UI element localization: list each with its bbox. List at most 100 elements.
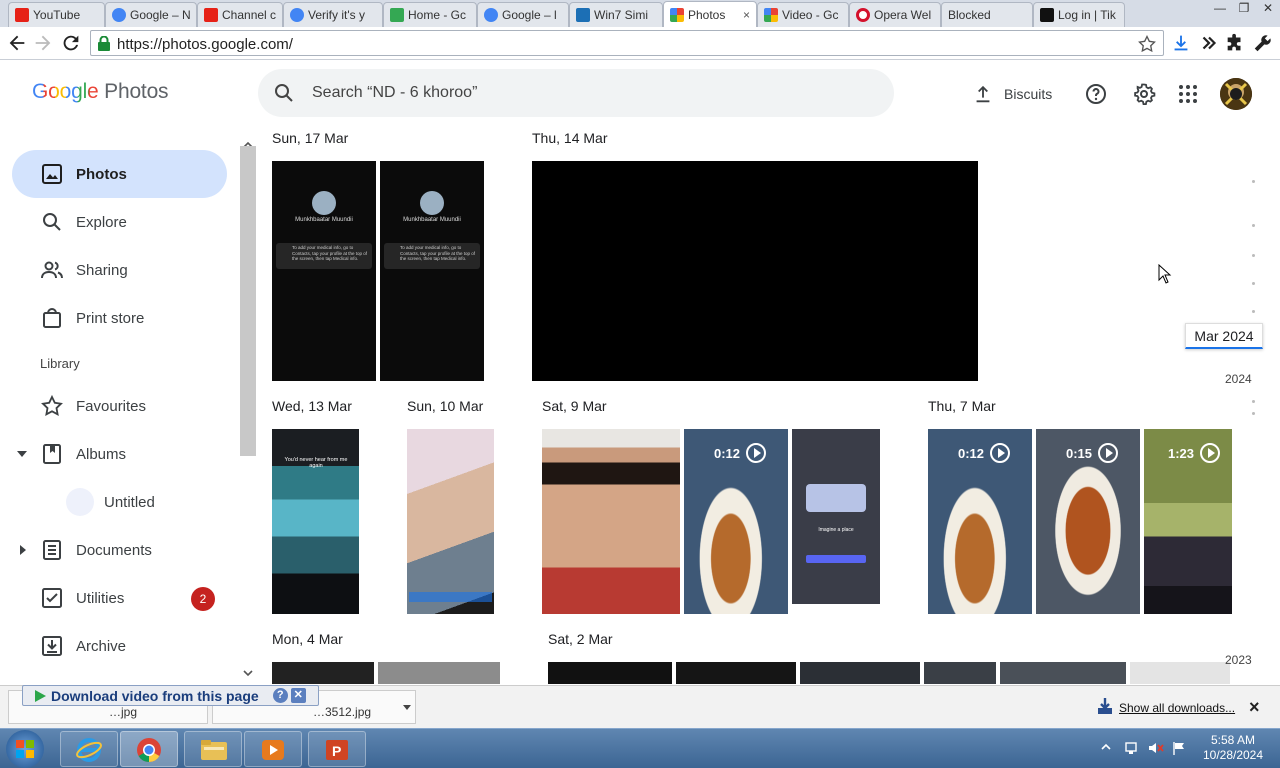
photo-tile-portrait[interactable] bbox=[542, 429, 680, 614]
scrubber-dot bbox=[1252, 282, 1255, 285]
close-shelf-button[interactable]: × bbox=[1249, 697, 1260, 718]
tab-channel[interactable]: Channel c bbox=[197, 2, 283, 27]
download-video-label: Download video from this page bbox=[51, 687, 259, 704]
forward-icon[interactable] bbox=[32, 32, 54, 54]
download-video-popup[interactable]: Download video from this page ? ✕ bbox=[22, 685, 319, 706]
account-avatar[interactable] bbox=[1220, 78, 1252, 110]
apps-grid-icon[interactable] bbox=[1176, 82, 1200, 106]
system-clock[interactable]: 5:58 AM 10/28/2024 bbox=[1196, 733, 1270, 763]
photo-tile-video[interactable]: 0:12 bbox=[684, 429, 788, 614]
tiktok-icon bbox=[1040, 8, 1054, 22]
bookmark-star-icon[interactable] bbox=[1137, 34, 1157, 54]
sidebar: Photos Explore Sharing Print store Libra… bbox=[0, 128, 256, 684]
sidebar-item-label: Photos bbox=[76, 165, 127, 183]
upload-button[interactable]: Biscuits bbox=[972, 82, 1052, 106]
download-menu-caret-icon[interactable] bbox=[403, 705, 411, 711]
collapse-caret-icon[interactable] bbox=[18, 544, 28, 556]
sidebar-item-untitled-album[interactable]: Untitled bbox=[12, 478, 227, 526]
sidebar-scroll-thumb[interactable] bbox=[240, 146, 256, 456]
sidebar-item-archive[interactable]: Archive bbox=[12, 622, 227, 670]
windows-logo-icon bbox=[16, 740, 34, 758]
tab-google-1[interactable]: Google – N bbox=[105, 2, 197, 27]
tab-video[interactable]: Video - Gc bbox=[757, 2, 849, 27]
photo-tile-discord[interactable]: Imagine a place bbox=[792, 429, 880, 604]
reload-icon[interactable] bbox=[60, 32, 82, 54]
close-icon[interactable]: ✕ bbox=[290, 688, 306, 703]
settings-gear-icon[interactable] bbox=[1132, 82, 1156, 106]
close-tab-icon[interactable]: × bbox=[737, 8, 750, 22]
play-icon bbox=[1098, 443, 1118, 463]
address-bar[interactable]: https://photos.google.com/ bbox=[90, 30, 1164, 56]
google-photos-logo[interactable]: Google Photos bbox=[32, 80, 169, 104]
sidebar-item-label: Favourites bbox=[76, 397, 147, 415]
tab-home-drive[interactable]: Home - Gc bbox=[383, 2, 477, 27]
photo-tile[interactable] bbox=[676, 662, 796, 684]
photo-tile-video[interactable]: 0:12 bbox=[928, 429, 1032, 614]
tab-verify[interactable]: Verify it's y bbox=[283, 2, 383, 27]
help-icon[interactable]: ? bbox=[272, 688, 288, 703]
photo-tile[interactable] bbox=[1000, 662, 1126, 684]
sidebar-item-favourites[interactable]: Favourites bbox=[12, 382, 227, 430]
show-all-downloads-link[interactable]: Show all downloads... bbox=[1119, 701, 1235, 715]
taskbar-media-player[interactable] bbox=[244, 731, 302, 767]
photo-tile[interactable] bbox=[1130, 662, 1230, 684]
expand-caret-icon[interactable] bbox=[16, 449, 28, 459]
close-window-icon[interactable]: ✕ bbox=[1256, 1, 1280, 19]
play-icon bbox=[746, 443, 766, 463]
tab-win7[interactable]: Win7 Simi bbox=[569, 2, 663, 27]
tab-google-2[interactable]: Google – l bbox=[477, 2, 569, 27]
sidebar-item-sharing[interactable]: Sharing bbox=[12, 246, 227, 294]
photo-tile-selfie[interactable] bbox=[407, 429, 494, 614]
photo-tile[interactable] bbox=[272, 662, 374, 684]
back-icon[interactable] bbox=[6, 32, 28, 54]
sidebar-item-label: Print store bbox=[76, 309, 145, 327]
photo-tile-black[interactable] bbox=[532, 161, 978, 381]
help-icon[interactable] bbox=[1084, 82, 1108, 106]
window-controls: — ❐ ✕ bbox=[1208, 0, 1280, 22]
sidebar-scrollbar[interactable] bbox=[240, 140, 256, 677]
show-hidden-icons-icon[interactable] bbox=[1101, 743, 1111, 751]
minimize-icon[interactable]: — bbox=[1208, 1, 1232, 19]
taskbar-chrome[interactable] bbox=[120, 731, 178, 767]
restore-icon[interactable]: ❐ bbox=[1232, 1, 1256, 19]
tab-opera[interactable]: Opera Wel bbox=[849, 2, 941, 27]
start-button[interactable] bbox=[6, 730, 44, 768]
tab-youtube[interactable]: YouTube bbox=[8, 2, 105, 27]
downloads-icon[interactable] bbox=[1170, 32, 1192, 54]
sidebar-item-documents[interactable]: Documents bbox=[12, 526, 227, 574]
discord-illustration bbox=[806, 484, 866, 512]
photo-tile-video[interactable]: 1:23 bbox=[1144, 429, 1232, 614]
photo-tile[interactable] bbox=[378, 662, 500, 684]
photo-tile-video[interactable]: 0:15 bbox=[1036, 429, 1140, 614]
photos-pinwheel-icon bbox=[764, 8, 778, 22]
scrubber-dot bbox=[1252, 400, 1255, 403]
photo-tile[interactable] bbox=[548, 662, 672, 684]
scroll-down-arrow-icon[interactable] bbox=[240, 668, 256, 678]
scrubber-dot bbox=[1252, 412, 1255, 415]
volume-muted-icon[interactable] bbox=[1148, 741, 1164, 755]
wrench-icon[interactable] bbox=[1252, 32, 1274, 54]
photo-tile-story[interactable]: You'd never hear from me again bbox=[272, 429, 359, 614]
search-box[interactable]: Search “ND - 6 khoroo” bbox=[258, 69, 894, 117]
tab-blocked[interactable]: Blocked bbox=[941, 2, 1033, 27]
tab-photos[interactable]: Photos × bbox=[663, 1, 757, 27]
sidebar-item-explore[interactable]: Explore bbox=[12, 198, 227, 246]
photo-tile[interactable] bbox=[800, 662, 920, 684]
network-icon[interactable] bbox=[1124, 741, 1138, 755]
action-center-flag-icon[interactable] bbox=[1172, 741, 1186, 755]
sidebar-item-albums[interactable]: Albums bbox=[12, 430, 227, 478]
taskbar-explorer[interactable] bbox=[184, 731, 242, 767]
photo-tile[interactable] bbox=[924, 662, 996, 684]
taskbar-internet-explorer[interactable] bbox=[60, 731, 118, 767]
download-arrow-icon bbox=[1098, 698, 1112, 714]
photo-tile-screenshot[interactable]: Munkhbaatar Muundii To add your medical … bbox=[272, 161, 376, 381]
taskbar-powerpoint[interactable]: P bbox=[308, 731, 366, 767]
more-extensions-icon[interactable] bbox=[1198, 32, 1220, 54]
search-placeholder: Search “ND - 6 khoroo” bbox=[312, 84, 478, 101]
puzzle-icon[interactable] bbox=[1224, 32, 1246, 54]
sidebar-item-photos[interactable]: Photos bbox=[12, 150, 227, 198]
timeline-scrubber[interactable] bbox=[1236, 128, 1280, 688]
photo-tile-screenshot[interactable]: Munkhbaatar Muundii To add your medical … bbox=[380, 161, 484, 381]
sidebar-item-print-store[interactable]: Print store bbox=[12, 294, 227, 342]
tab-tiktok[interactable]: Log in | Tik bbox=[1033, 2, 1125, 27]
